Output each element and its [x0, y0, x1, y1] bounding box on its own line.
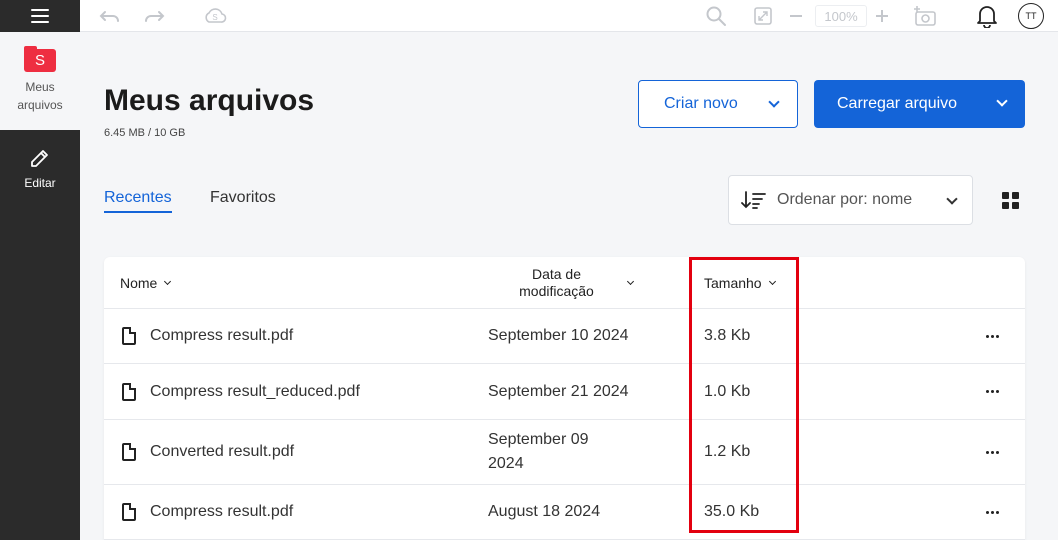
- pencil-icon: [31, 150, 48, 167]
- more-options-icon[interactable]: [986, 485, 999, 539]
- more-options-icon[interactable]: [986, 364, 999, 419]
- sidebar-item-label: Meus arquivos: [17, 80, 63, 112]
- search-icon[interactable]: [704, 5, 728, 27]
- file-date: September 10 2024: [488, 327, 629, 344]
- tab-recent[interactable]: Recentes: [104, 189, 172, 213]
- size-column-highlight: [689, 257, 799, 533]
- file-name: Compress result.pdf: [150, 327, 294, 344]
- file-name: Compress result.pdf: [150, 503, 294, 520]
- chevron-down-icon[interactable]: [626, 257, 635, 308]
- folder-icon: S: [24, 46, 56, 72]
- chevron-down-icon: [996, 95, 1008, 107]
- table-row[interactable]: Compress result.pdf September 10 2024 3.…: [104, 309, 1025, 364]
- grid-view-icon[interactable]: [1002, 192, 1020, 210]
- bell-icon[interactable]: [975, 5, 999, 28]
- sidebar-item-edit[interactable]: Editar: [0, 140, 80, 200]
- chevron-down-icon: [164, 277, 172, 285]
- file-icon: [122, 443, 136, 461]
- file-icon: [122, 503, 136, 521]
- page-title: Meus arquivos: [104, 84, 315, 117]
- menu-button[interactable]: [0, 0, 80, 32]
- undo-icon[interactable]: [98, 5, 122, 27]
- file-name: Compress result_reduced.pdf: [150, 382, 360, 400]
- storage-usage: 6.45 MB / 10 GB: [104, 127, 186, 139]
- zoom-out-icon[interactable]: [786, 5, 806, 27]
- sort-dropdown[interactable]: Ordenar por: nome: [728, 175, 973, 225]
- sidebar-item-my-files[interactable]: S Meus arquivos: [0, 32, 80, 130]
- file-date: September 21 2024: [488, 382, 629, 400]
- svg-text:S: S: [212, 13, 217, 22]
- create-new-label: Criar novo: [664, 95, 738, 112]
- redo-icon[interactable]: [142, 5, 166, 27]
- files-table: Nome Data de modificação Tamanho Compres…: [104, 257, 1025, 540]
- cloud-sync-icon: S: [202, 5, 228, 27]
- column-header-name[interactable]: Nome: [120, 257, 172, 308]
- more-options-icon[interactable]: [986, 420, 999, 484]
- tab-favorites[interactable]: Favoritos: [210, 189, 276, 211]
- file-date: September 09 2024: [488, 431, 589, 472]
- chevron-down-icon: [768, 96, 780, 108]
- avatar[interactable]: TT: [1018, 3, 1044, 29]
- file-icon: [122, 327, 136, 345]
- zoom-level[interactable]: 100%: [815, 5, 867, 27]
- table-row[interactable]: Converted result.pdf September 09 2024 1…: [104, 420, 1025, 485]
- create-new-button[interactable]: Criar novo: [638, 80, 798, 128]
- camera-add-icon[interactable]: [912, 5, 938, 27]
- sidebar-item-label: Editar: [24, 176, 56, 190]
- top-toolbar: S 100% TT: [80, 0, 1058, 32]
- zoom-in-icon[interactable]: [872, 5, 892, 27]
- fit-screen-icon[interactable]: [752, 5, 774, 27]
- chevron-down-icon: [946, 193, 958, 205]
- table-row[interactable]: Compress result.pdf August 18 2024 35.0 …: [104, 485, 1025, 540]
- file-date: August 18 2024: [488, 503, 601, 520]
- column-header-date[interactable]: Data de modificação: [504, 257, 609, 308]
- hamburger-icon: [31, 9, 49, 23]
- more-options-icon[interactable]: [986, 309, 999, 363]
- upload-file-button[interactable]: Carregar arquivo: [814, 80, 1025, 128]
- sort-label: Ordenar por: nome: [777, 191, 913, 208]
- file-icon: [122, 382, 136, 401]
- table-row[interactable]: Compress result_reduced.pdf September 21…: [104, 364, 1025, 420]
- sort-icon: [741, 191, 766, 209]
- file-name: Converted result.pdf: [150, 443, 295, 460]
- upload-file-label: Carregar arquivo: [837, 95, 958, 112]
